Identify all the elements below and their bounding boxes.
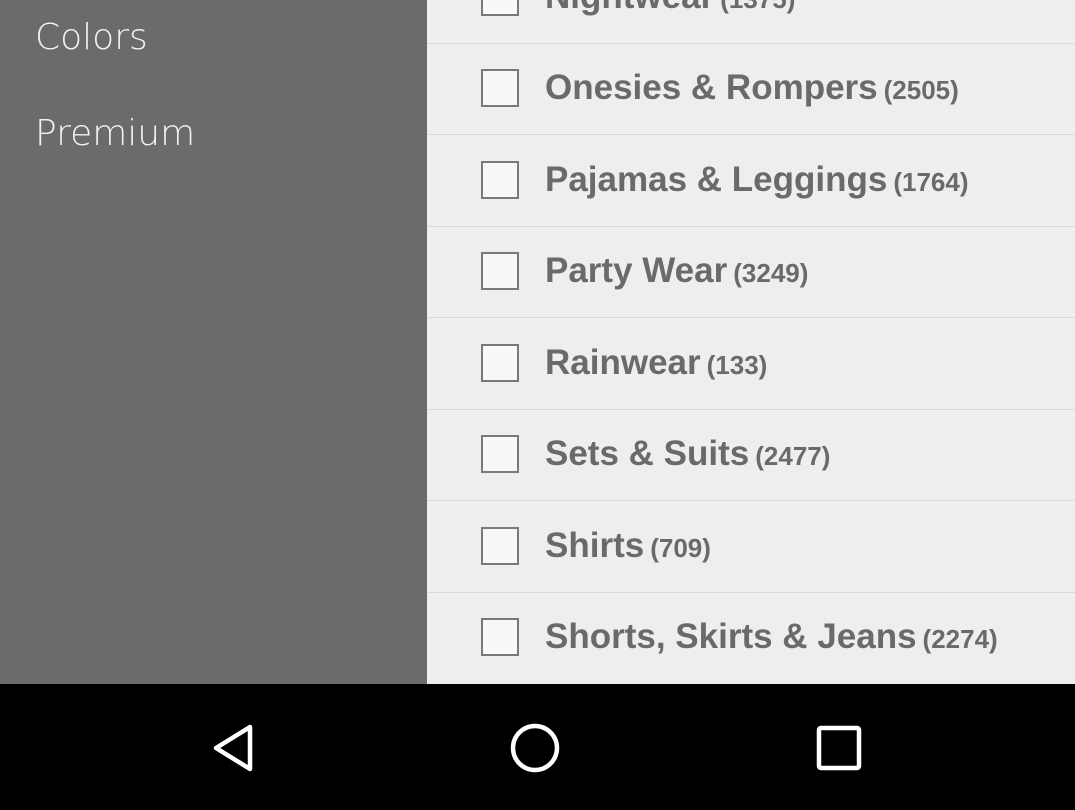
filter-option-nightwear[interactable]: Nightwear (1375) xyxy=(427,0,1075,44)
checkbox[interactable] xyxy=(481,0,519,16)
filter-category-sidebar: Colors Premium xyxy=(0,0,427,684)
checkbox[interactable] xyxy=(481,435,519,473)
checkbox[interactable] xyxy=(481,69,519,107)
filter-option-onesies-rompers[interactable]: Onesies & Rompers (2505) xyxy=(427,44,1075,135)
option-name: Onesies & Rompers xyxy=(545,68,878,107)
filter-option-pajamas-leggings[interactable]: Pajamas & Leggings (1764) xyxy=(427,136,1075,227)
filter-options-list: Nightwear(1375) Onesies & Rompers(2505) … xyxy=(427,0,1075,684)
sidebar-item-premium[interactable]: Premium xyxy=(35,116,195,152)
filter-option-party-wear[interactable]: Party Wear (3249) xyxy=(427,227,1075,318)
option-count: (133) xyxy=(706,350,768,380)
checkbox[interactable] xyxy=(481,527,519,565)
option-name: Sets & Suits xyxy=(545,434,750,473)
option-count: (2505) xyxy=(883,75,959,105)
checkbox[interactable] xyxy=(481,161,519,199)
option-count: (2274) xyxy=(922,624,998,654)
option-name: Party Wear xyxy=(545,251,728,290)
option-count: (1375) xyxy=(720,0,795,14)
checkbox[interactable] xyxy=(481,252,519,290)
sidebar-item-colors[interactable]: Colors xyxy=(35,20,148,56)
back-icon[interactable] xyxy=(206,721,260,775)
option-count: (3249) xyxy=(733,258,809,288)
option-name: Pajamas & Leggings xyxy=(545,160,888,199)
filter-option-rainwear[interactable]: Rainwear (133) xyxy=(427,319,1075,410)
filter-option-shorts-skirts-jeans[interactable]: Shorts, Skirts & Jeans (2274) xyxy=(427,593,1075,684)
recents-icon[interactable] xyxy=(812,721,866,775)
checkbox[interactable] xyxy=(481,618,519,656)
option-name: Nightwear xyxy=(545,0,714,16)
option-name: Shorts, Skirts & Jeans xyxy=(545,617,917,656)
filter-option-shirts[interactable]: Shirts (709) xyxy=(427,502,1075,593)
checkbox[interactable] xyxy=(481,344,519,382)
option-name: Rainwear xyxy=(545,343,701,382)
option-count: (709) xyxy=(650,533,711,563)
home-icon[interactable] xyxy=(508,721,562,775)
option-count: (1764) xyxy=(893,167,969,197)
option-name: Shirts xyxy=(545,526,645,565)
system-navigation-bar xyxy=(0,684,1075,810)
filter-option-sets-suits[interactable]: Sets & Suits (2477) xyxy=(427,410,1075,501)
option-count: (2477) xyxy=(755,441,831,471)
